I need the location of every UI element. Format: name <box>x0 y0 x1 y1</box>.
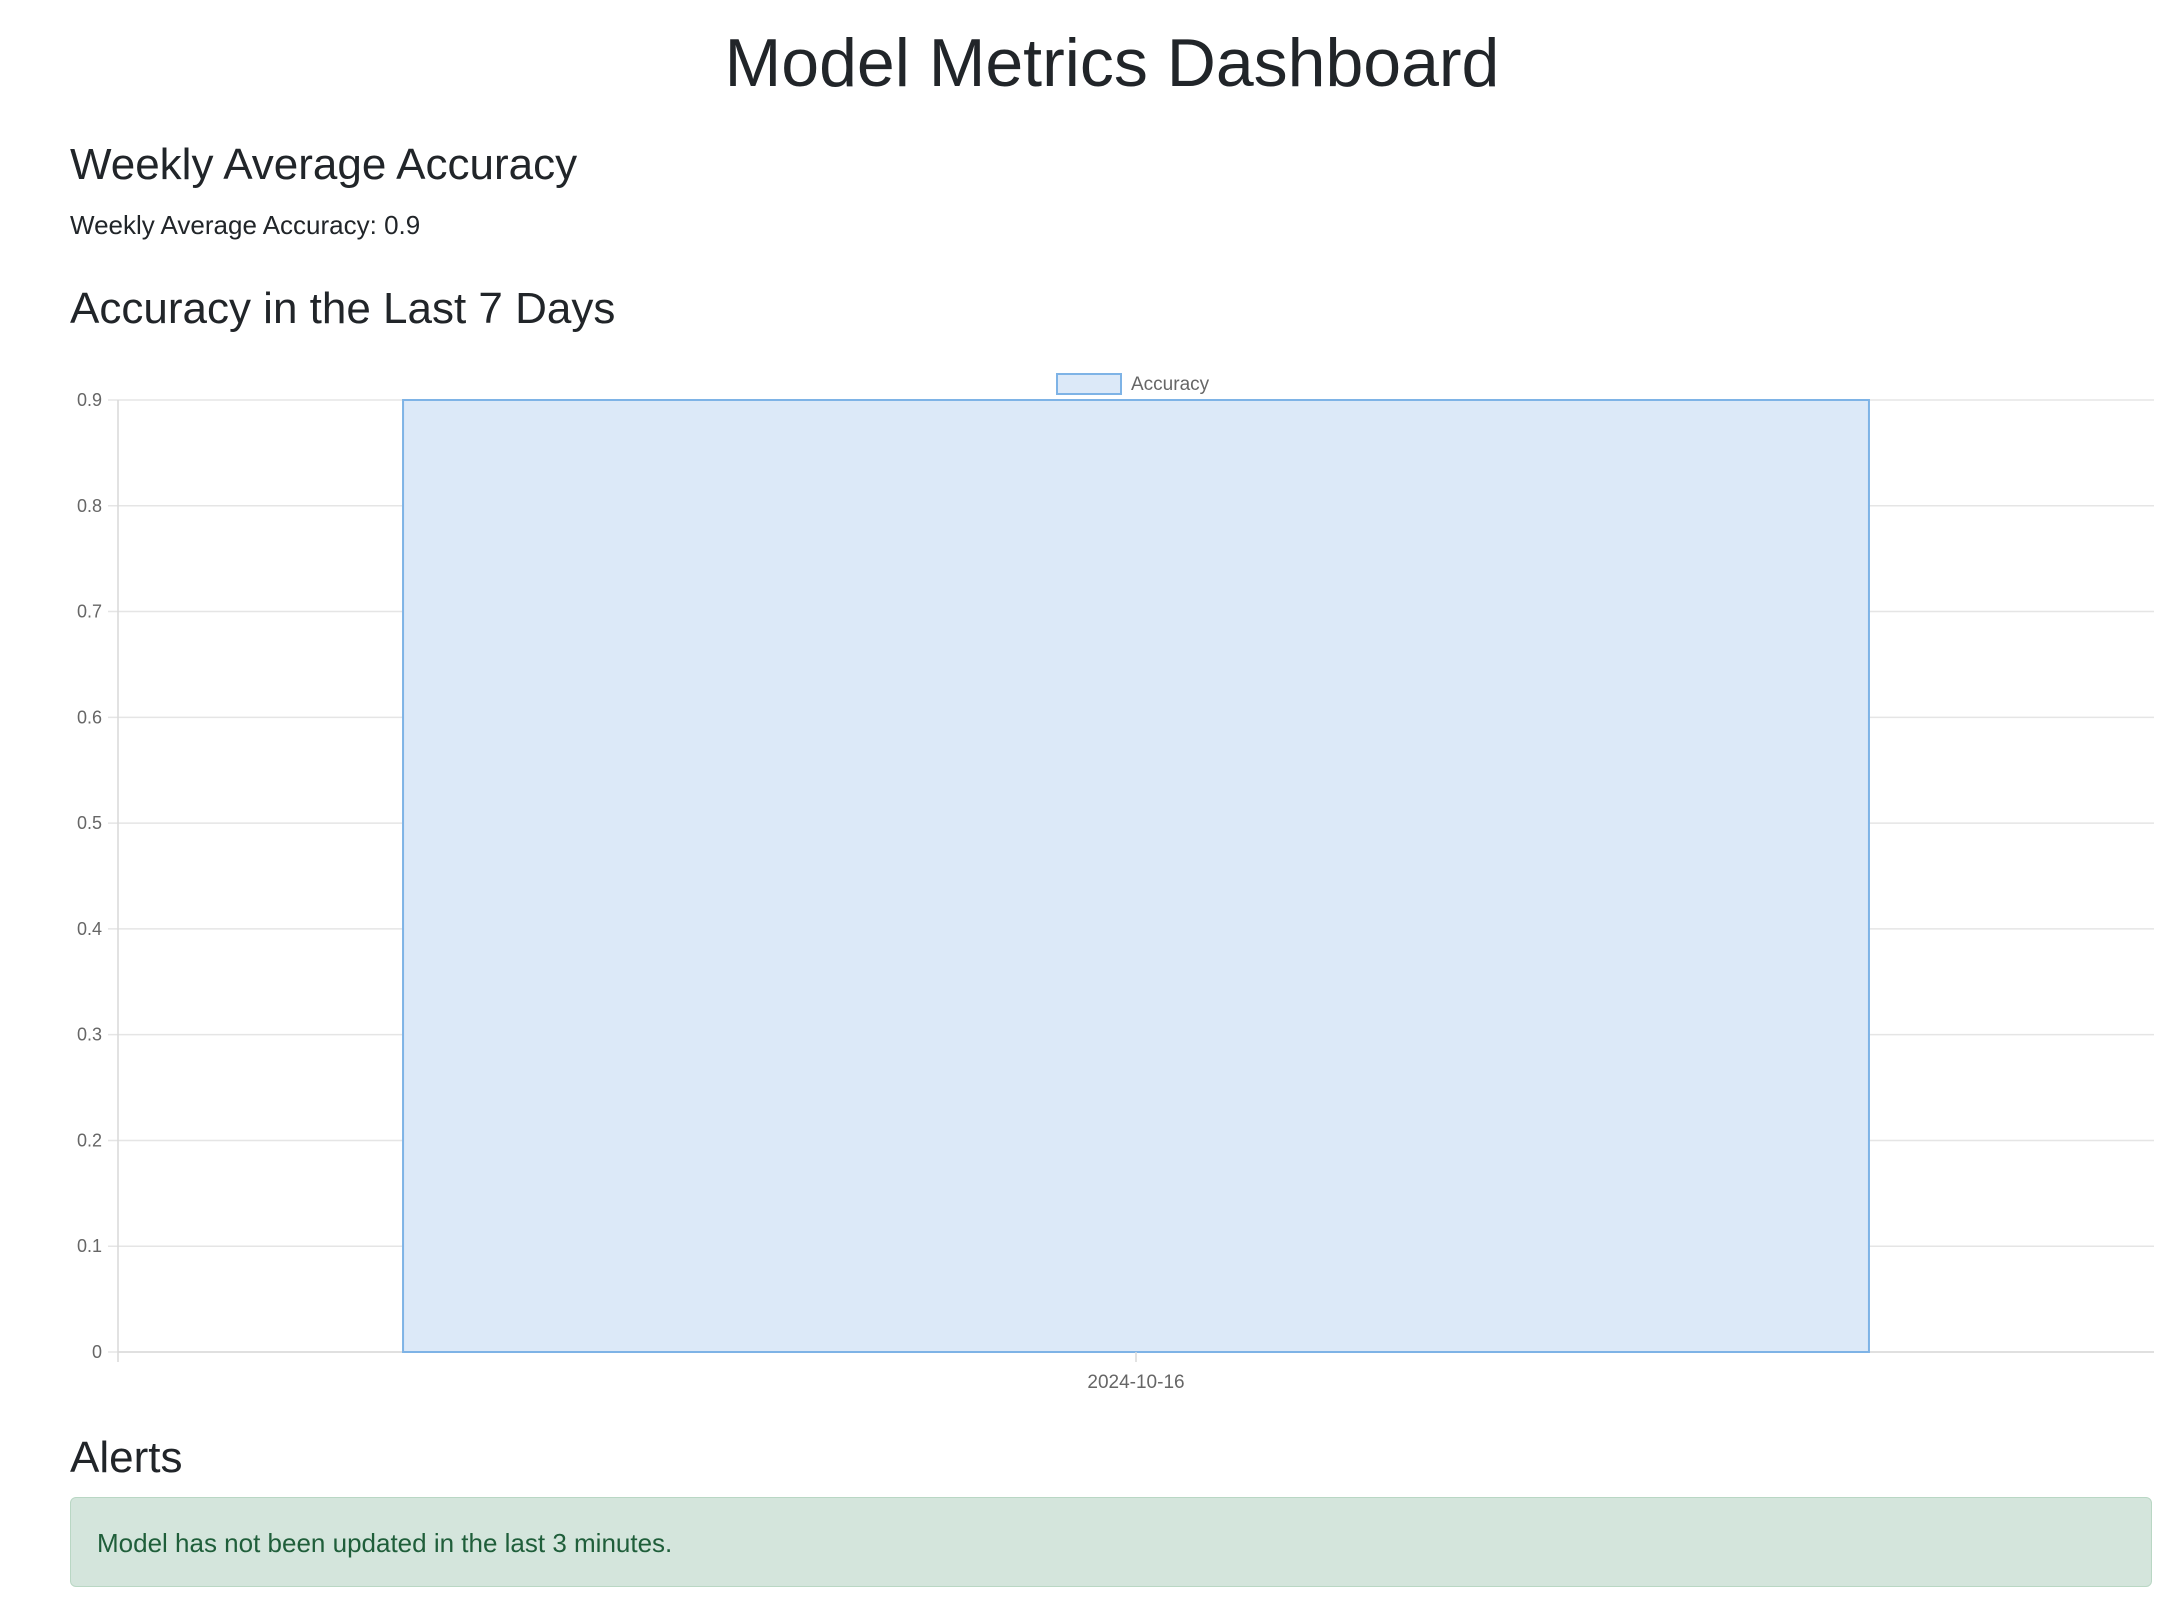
weekly-average-heading: Weekly Average Accuracy <box>70 140 578 189</box>
weekly-average-value: 0.9 <box>384 210 421 240</box>
legend-label: Accuracy <box>1131 374 1210 395</box>
accuracy-chart-container: 0 0.1 0.2 0.3 0.4 0.5 0.6 0.7 0.8 0.9 2024-10-16 Ac… <box>70 352 2154 1402</box>
y-tick-label: 0.1 <box>77 1236 102 1256</box>
legend-swatch <box>1056 373 1122 395</box>
alerts-heading: Alerts <box>70 1433 183 1482</box>
y-tick-label: 0.5 <box>77 813 102 833</box>
y-tick-label: 0.2 <box>77 1130 102 1150</box>
y-tick-label: 0.3 <box>77 1025 102 1045</box>
alert-message: Model has not been updated in the last 3… <box>70 1497 2152 1587</box>
y-tick-label: 0 <box>92 1342 102 1362</box>
y-tick-label: 0.6 <box>77 707 102 727</box>
y-tick-label: 0.8 <box>77 496 102 516</box>
chart-section-heading: Accuracy in the Last 7 Days <box>70 284 616 333</box>
y-tick-label: 0.4 <box>77 919 102 939</box>
dashboard-page: Model Metrics Dashboard Weekly Average A… <box>70 0 2154 1606</box>
page-title: Model Metrics Dashboard <box>724 25 1500 101</box>
y-tick-label: 0.9 <box>77 390 102 410</box>
x-tick-label: 2024-10-16 <box>1087 1372 1184 1393</box>
weekly-average-stat: Weekly Average Accuracy: 0.9 <box>70 208 420 242</box>
y-tick-label: 0.7 <box>77 602 102 622</box>
weekly-average-label: Weekly Average Accuracy: <box>70 210 377 240</box>
accuracy-chart: 0 0.1 0.2 0.3 0.4 0.5 0.6 0.7 0.8 0.9 2024-10-16 Ac… <box>77 373 2154 1393</box>
accuracy-bar[interactable] <box>402 399 1870 1353</box>
chart-legend[interactable]: Accuracy <box>1056 373 1210 395</box>
